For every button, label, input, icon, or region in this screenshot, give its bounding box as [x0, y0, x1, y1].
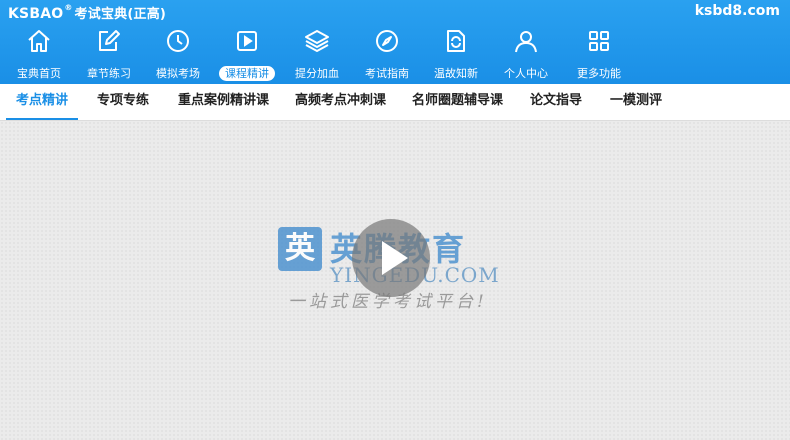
nav-label-home: 宝典首页: [17, 67, 61, 80]
tab-key-points[interactable]: 考点精讲: [6, 84, 79, 120]
nav-label-review: 温故知新: [434, 67, 478, 80]
nav-item-review[interactable]: 温故知新: [421, 26, 491, 84]
tab-mock-assessment[interactable]: 一模测评: [610, 84, 662, 120]
nav-item-exam-guide[interactable]: 考试指南: [352, 26, 422, 84]
user-icon: [513, 28, 539, 54]
nav-label-profile: 个人中心: [504, 67, 548, 80]
play-button[interactable]: [352, 219, 430, 297]
tab-special-practice[interactable]: 专项专练: [97, 84, 149, 120]
nav-item-mock-exam[interactable]: 模拟考场: [143, 26, 213, 84]
brand-name: KSBAO: [8, 6, 64, 22]
tab-tutor-lectures[interactable]: 名师圈题辅导课: [412, 84, 503, 120]
clock-icon: [165, 28, 191, 54]
tab-case-lectures[interactable]: 重点案例精讲课: [178, 84, 269, 120]
app-header: KSBAO®考试宝典(正高) ksbd8.com 宝典首页 章节练习 模拟考场: [0, 0, 790, 84]
nav-label-courses: 课程精讲: [219, 66, 275, 81]
refresh-doc-icon: [443, 28, 469, 54]
nav-item-chapter-practice[interactable]: 章节练习: [74, 26, 144, 84]
watermark-logo: 英: [278, 227, 322, 271]
nav-label-exam-guide: 考试指南: [365, 67, 409, 80]
nav-item-home[interactable]: 宝典首页: [4, 26, 74, 84]
nav-item-profile[interactable]: 个人中心: [491, 26, 561, 84]
brand-registered-mark: ®: [64, 3, 73, 12]
grid-icon: [586, 28, 612, 54]
nav-label-score-boost: 提分加血: [295, 67, 339, 80]
main-nav: 宝典首页 章节练习 模拟考场 课程精讲 提分加血 考试指南 温故知新 个人中心 …: [0, 26, 790, 84]
nav-item-courses[interactable]: 课程精讲: [212, 26, 282, 84]
home-icon: [26, 28, 52, 54]
nav-item-score-boost[interactable]: 提分加血: [282, 26, 352, 84]
edit-icon: [96, 28, 122, 54]
tab-thesis-guidance[interactable]: 论文指导: [530, 84, 582, 120]
brand-subtitle: 考试宝典(正高): [74, 7, 167, 22]
play-triangle-icon: [382, 241, 408, 275]
play-icon: [234, 28, 260, 54]
nav-label-more: 更多功能: [577, 67, 621, 80]
tab-sprint-lectures[interactable]: 高频考点冲刺课: [295, 84, 386, 120]
compass-icon: [374, 28, 400, 54]
course-subtabs: 考点精讲 专项专练 重点案例精讲课 高频考点冲刺课 名师圈题辅导课 论文指导 一…: [0, 84, 790, 121]
nav-item-more[interactable]: 更多功能: [564, 26, 634, 84]
nav-label-chapter-practice: 章节练习: [87, 67, 131, 80]
site-domain: ksbd8.com: [694, 3, 780, 19]
nav-label-mock-exam: 模拟考场: [156, 67, 200, 80]
brand-logo[interactable]: KSBAO® 考试宝典(正高): [8, 3, 166, 22]
layers-icon: [304, 28, 330, 54]
